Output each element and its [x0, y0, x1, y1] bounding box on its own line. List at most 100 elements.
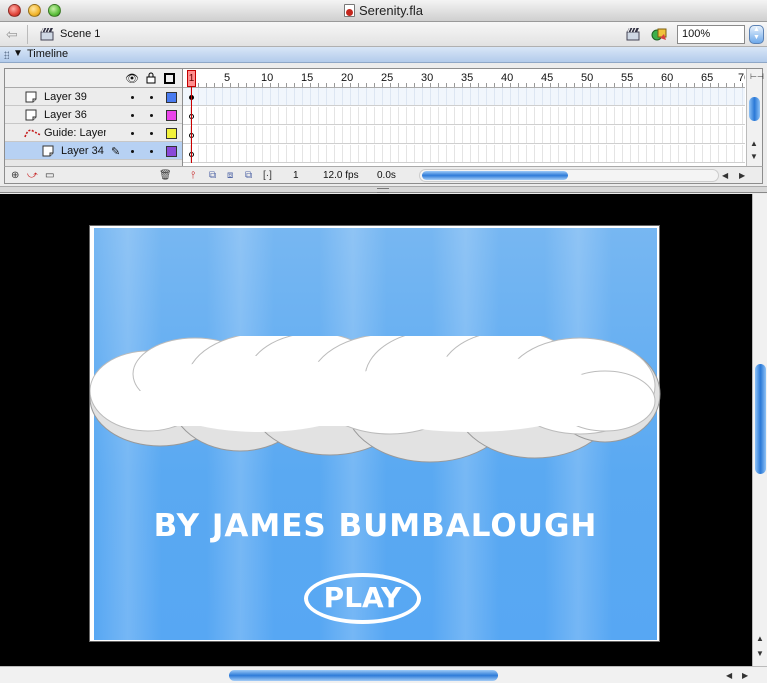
lock-dot[interactable] [150, 150, 153, 153]
zoom-stepper[interactable]: ▲ ▼ [749, 25, 764, 44]
delete-layer-trash-icon[interactable]: 🗑 [159, 170, 172, 181]
ruler-number: 40 [501, 72, 514, 84]
scroll-thumb[interactable] [755, 364, 766, 474]
stage-area[interactable]: BY JAMES BUMBALOUGH PLAY [0, 194, 752, 666]
timeline-horizontal-scrollbar[interactable] [419, 169, 719, 182]
divider [27, 25, 28, 44]
scroll-right-arrow-icon[interactable]: ▶ [742, 671, 748, 680]
scene-label[interactable]: Scene 1 [60, 28, 100, 40]
ruler-number: 25 [381, 72, 394, 84]
frame-rate[interactable]: 12.0 fps [323, 170, 359, 181]
author-byline: BY JAMES BUMBALOUGH [153, 508, 598, 544]
window-title: Serenity.fla [358, 3, 424, 18]
lock-dot[interactable] [150, 114, 153, 117]
frame-row[interactable] [183, 145, 745, 163]
visibility-dot[interactable] [131, 132, 134, 135]
playhead[interactable]: 1 [187, 70, 196, 87]
modify-onion-markers-icon[interactable]: [·] [263, 170, 272, 181]
window-title-wrap: Serenity.fla [0, 3, 767, 18]
ruler-number: 70 [738, 72, 745, 84]
visibility-dot[interactable] [131, 114, 134, 117]
timeline-title: Timeline [27, 48, 69, 60]
lock-dot[interactable] [150, 132, 153, 135]
scroll-down-arrow-icon[interactable]: ▼ [756, 649, 764, 658]
ruler-number: 65 [701, 72, 714, 84]
pencil-icon: ✎ [111, 146, 121, 158]
onion-skin-outlines-icon[interactable]: ⧈ [227, 170, 233, 181]
layer-color-swatch[interactable] [166, 146, 177, 157]
frame-row[interactable] [183, 107, 745, 125]
onion-skin-icon[interactable]: ⧉ [209, 170, 216, 181]
stage-horizontal-scrollbar[interactable]: ◀ ▶ [0, 666, 767, 683]
edit-symbols-icon[interactable] [651, 26, 668, 42]
insert-layer-icon[interactable]: ⊕ [11, 170, 19, 181]
layer-row[interactable]: Layer 36 [5, 106, 182, 124]
ruler-number: 50 [581, 72, 594, 84]
clouds-graphic[interactable] [90, 336, 661, 476]
layer-row-selected[interactable]: Layer 34 ✎ [5, 142, 182, 160]
layer-page-icon [25, 91, 37, 103]
scroll-down-arrow-icon[interactable]: ▼ [750, 152, 758, 161]
motion-guide-icon [24, 129, 42, 138]
scroll-left-arrow-icon[interactable]: ◀ [722, 171, 728, 180]
panel-splitter[interactable] [0, 186, 767, 193]
layers-header: 👁 [5, 69, 182, 88]
frame-row[interactable] [183, 88, 745, 106]
zoom-input[interactable]: 100% [677, 25, 745, 44]
panel-grip-icon[interactable] [4, 51, 9, 59]
outline-toggle-icon[interactable] [164, 73, 175, 84]
layer-name[interactable]: Guide: Layer [44, 127, 106, 139]
play-button[interactable]: PLAY [304, 573, 421, 624]
scroll-thumb[interactable] [749, 97, 760, 121]
timeline-center-frame-icon[interactable]: ⊢⊣ [750, 72, 764, 81]
back-arrow-icon[interactable]: ⇦ [6, 26, 18, 43]
ruler-number: 45 [541, 72, 554, 84]
scroll-thumb[interactable] [229, 670, 498, 681]
playhead-line [191, 87, 192, 163]
insert-folder-icon[interactable]: ▭ [45, 170, 54, 181]
layer-row[interactable]: Layer 39 [5, 88, 182, 106]
ruler-number: 35 [461, 72, 474, 84]
ruler-number: 55 [621, 72, 634, 84]
clapperboard-icon [40, 27, 54, 41]
layer-name[interactable]: Layer 39 [44, 91, 87, 103]
collapse-triangle-icon[interactable]: ▼ [13, 48, 23, 59]
scroll-right-arrow-icon[interactable]: ▶ [739, 171, 745, 180]
timeline-panel-header[interactable]: ▼ Timeline [0, 47, 767, 63]
edit-scene-icon[interactable] [625, 26, 642, 42]
current-frame: 1 [293, 170, 299, 181]
layer-color-swatch[interactable] [166, 110, 177, 121]
stage-vertical-scrollbar[interactable]: ▲ ▼ [752, 194, 767, 666]
show-hide-eye-icon[interactable]: 👁 [125, 72, 139, 85]
scroll-up-arrow-icon[interactable]: ▲ [756, 634, 764, 643]
scroll-left-arrow-icon[interactable]: ◀ [726, 671, 732, 680]
elapsed-time: 0.0s [377, 170, 396, 181]
lock-icon[interactable] [146, 72, 156, 84]
add-motion-guide-icon[interactable]: ⤻ [27, 170, 38, 181]
stage[interactable]: BY JAMES BUMBALOUGH PLAY [89, 225, 661, 642]
layer-color-swatch[interactable] [166, 92, 177, 103]
title-bar: Serenity.fla [0, 0, 767, 22]
layer-page-icon [42, 145, 54, 157]
layer-color-swatch[interactable] [166, 128, 177, 139]
scroll-thumb[interactable] [422, 171, 568, 180]
frame-row[interactable] [183, 126, 745, 144]
edit-bar: ⇦ Scene 1 100% ▲ ▼ [0, 22, 767, 47]
ruler-number: 20 [341, 72, 354, 84]
flash-document-icon [343, 4, 355, 17]
layer-row[interactable]: Guide: Layer [5, 124, 182, 142]
scroll-up-arrow-icon[interactable]: ▲ [750, 139, 758, 148]
ruler-number: 5 [224, 72, 231, 84]
edit-multiple-frames-icon[interactable]: ⧉ [245, 170, 252, 181]
timeline-status-bar: ⊕ ⤻ ▭ 🗑 ⫯ ⧉ ⧈ ⧉ [·] 1 12.0 fps 0.0s ◀ ▶ [4, 166, 763, 184]
visibility-dot[interactable] [131, 150, 134, 153]
frame-ruler[interactable]: 1 5 10 15 20 25 30 35 40 45 50 55 60 65 … [183, 69, 745, 88]
ruler-number: 30 [421, 72, 434, 84]
layer-page-icon [25, 109, 37, 121]
layer-name[interactable]: Layer 34 [61, 145, 104, 157]
layer-name[interactable]: Layer 36 [44, 109, 87, 121]
ruler-number: 15 [301, 72, 314, 84]
center-frame-icon[interactable]: ⫯ [191, 170, 195, 181]
visibility-dot[interactable] [131, 96, 134, 99]
lock-dot[interactable] [150, 96, 153, 99]
